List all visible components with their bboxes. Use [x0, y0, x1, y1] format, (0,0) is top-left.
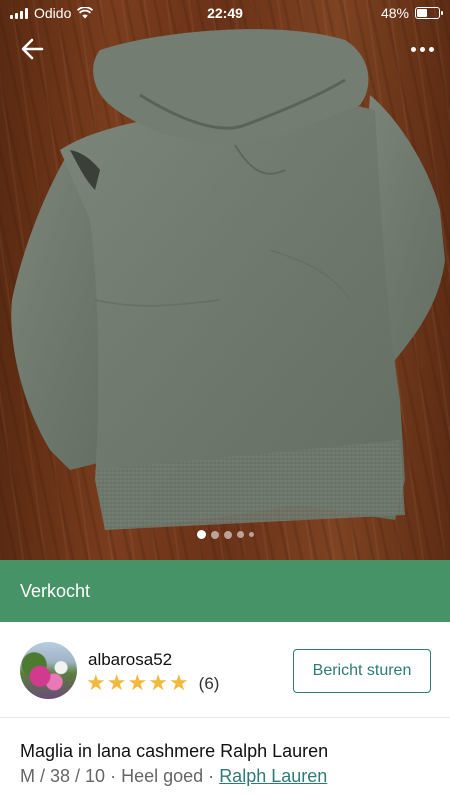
item-size: M / 38 / 10	[20, 766, 106, 786]
sold-label: Verkocht	[20, 580, 91, 601]
gallery-pager	[0, 530, 450, 539]
pager-dot[interactable]	[223, 530, 232, 539]
back-button[interactable]	[16, 34, 50, 64]
star-icon: ★	[168, 671, 189, 696]
send-message-button[interactable]: Bericht sturen	[293, 649, 431, 693]
seller-username[interactable]: albarosa52	[88, 650, 172, 670]
pager-dot[interactable]	[196, 530, 206, 539]
brand-link[interactable]: Ralph Lauren	[219, 766, 327, 786]
seller-rating[interactable]: ★ ★ ★ ★ ★ (6)	[86, 673, 219, 695]
arrow-left-icon	[21, 38, 44, 60]
pager-dot[interactable]	[210, 530, 219, 539]
status-bar: Odido 22:49 48%	[0, 0, 450, 26]
separator: ·	[208, 766, 215, 786]
sweater-image	[11, 29, 445, 530]
battery-percent: 48%	[380, 5, 409, 21]
battery-level	[417, 9, 427, 17]
star-icon: ★	[148, 671, 168, 696]
star-icon: ★	[106, 671, 127, 696]
item-title: Maglia in lana cashmere Ralph Lauren	[20, 741, 329, 761]
more-horizontal-icon	[411, 46, 416, 52]
item-details: M / 38 / 10 · Heel goed · Ralph Lauren	[20, 766, 327, 787]
separator: ·	[110, 766, 117, 786]
review-count: (6)	[198, 674, 220, 693]
rating-stars: ★ ★ ★ ★ ★	[86, 673, 189, 695]
more-options-button[interactable]	[400, 38, 434, 60]
avatar[interactable]	[20, 642, 77, 699]
item-condition: Heel goed	[121, 766, 204, 786]
star-icon: ★	[127, 671, 148, 696]
battery-icon	[415, 7, 443, 19]
sold-banner: Verkocht	[0, 560, 450, 622]
item-photo[interactable]: Odido 22:49 48%	[0, 0, 450, 560]
pager-dot[interactable]	[248, 532, 254, 537]
seller-row[interactable]: albarosa52 ★ ★ ★ ★ ★ (6) Bericht sturen	[0, 622, 450, 718]
star-icon: ★	[86, 671, 106, 696]
pager-dot[interactable]	[236, 531, 244, 538]
